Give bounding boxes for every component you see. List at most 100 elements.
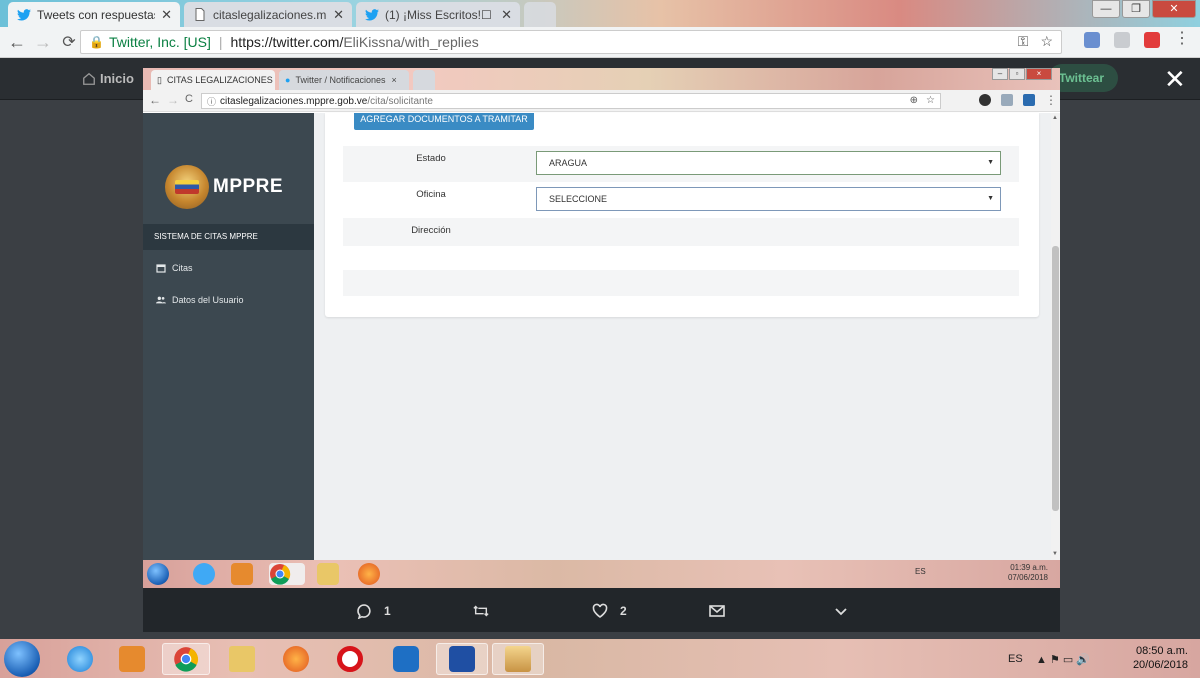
media-close-icon[interactable]: ✕ <box>1164 66 1186 92</box>
message-action[interactable] <box>709 603 725 619</box>
back-arrow-icon[interactable]: ← <box>4 32 30 53</box>
taskbar-explorer[interactable] <box>218 643 266 675</box>
empty-row <box>343 270 1019 296</box>
menu-icon[interactable]: ⋮ <box>1174 31 1190 48</box>
add-documents-button[interactable]: AGREGAR DOCUMENTOS A TRAMITAR <box>354 113 534 130</box>
start-button[interactable] <box>4 641 40 677</box>
oficina-select[interactable]: SELECCIONE ▼ <box>536 187 1001 211</box>
taskbar-maxthon[interactable] <box>382 643 430 675</box>
estado-select[interactable]: ARAGUA ▼ <box>536 151 1001 175</box>
tweet-action-bar: 1 2 <box>143 588 1060 632</box>
language-indicator[interactable]: ES <box>1008 653 1023 665</box>
oficina-value: SELECCIONE <box>549 194 608 204</box>
tab-label: CITAS LEGALIZACIONES | <box>166 75 275 85</box>
clock-time: 08:50 a.m. <box>1136 645 1188 657</box>
url-path: /cita/solicitante <box>367 95 433 107</box>
taskbar-ie[interactable] <box>56 643 104 675</box>
close-icon[interactable]: ✕ <box>501 7 512 23</box>
sidebar-item-citas[interactable]: Citas <box>156 263 193 273</box>
embedded-screenshot: ▯ CITAS LEGALIZACIONES | × ● Twitter / N… <box>143 68 1060 588</box>
info-icon: ⓘ <box>207 96 217 107</box>
close-icon: × <box>1026 68 1052 80</box>
sidebar-item-datos-usuario[interactable]: Datos del Usuario <box>156 295 244 305</box>
scroll-thumb[interactable] <box>1052 246 1059 511</box>
maximize-button[interactable]: ❐ <box>1122 0 1150 18</box>
maximize-icon: ▫ <box>1009 68 1025 80</box>
close-icon: × <box>391 75 397 85</box>
inner-clock: 01:39 a.m. 07/06/2018 <box>1008 563 1048 583</box>
tab-citas-legalizaciones[interactable]: citaslegalizaciones.mppre ✕ <box>184 2 352 27</box>
twitter-icon <box>16 7 31 22</box>
inner-taskbar: ES 01:39 a.m. 07/06/2018 <box>143 560 1060 588</box>
window-controls: — ❐ ✕ <box>1092 0 1196 18</box>
inner-window-controls: – ▫ × <box>992 68 1052 80</box>
new-tab-button[interactable] <box>524 2 556 27</box>
sidebar-item-label: Datos del Usuario <box>172 295 244 305</box>
url-path: EliKissna/with_replies <box>343 34 479 50</box>
window-close-button[interactable]: ✕ <box>1152 0 1196 18</box>
tab-label: Twitter / Notificaciones <box>295 75 386 85</box>
translate-extension-icon[interactable] <box>1084 32 1100 48</box>
close-icon[interactable]: ✕ <box>333 7 344 23</box>
cloud-extension-icon[interactable] <box>1114 32 1130 48</box>
taskbar-chrome[interactable] <box>162 643 210 675</box>
page-scrollbar[interactable]: ▲ ▼ <box>1051 113 1060 560</box>
bookmark-star-icon[interactable]: ☆ <box>1040 33 1053 50</box>
oficina-row: Oficina SELECCIONE ▼ <box>343 182 1019 218</box>
tab-label: citaslegalizaciones.mppre <box>213 7 327 22</box>
taskbar-clock[interactable]: 08:50 a.m. 20/06/2018 <box>1133 644 1188 672</box>
outer-tab-bar: Tweets con respuestas p ✕ citaslegalizac… <box>0 0 1200 27</box>
key-icon[interactable]: ⚿ <box>1018 33 1029 50</box>
taskbar-opera[interactable] <box>326 643 374 675</box>
heart-icon <box>592 603 608 618</box>
zoom-icon: ⊕ <box>909 95 919 106</box>
tab-tweets-replies[interactable]: Tweets con respuestas p ✕ <box>8 2 180 27</box>
folder-icon <box>317 563 339 585</box>
inner-tab-twitter: ● Twitter / Notificaciones × <box>279 70 409 90</box>
reply-action[interactable]: 1 <box>356 603 391 619</box>
media-player-icon <box>231 563 253 585</box>
pocket-extension-icon[interactable] <box>1144 32 1160 48</box>
users-icon <box>156 296 166 304</box>
more-action[interactable] <box>833 603 849 619</box>
inner-tab-citas: ▯ CITAS LEGALIZACIONES | × <box>151 70 275 90</box>
system-tray-icons[interactable]: ▲ ⚑ ▭ 🔊 <box>1036 653 1090 666</box>
like-action[interactable]: 2 <box>592 603 627 619</box>
home-icon <box>83 72 95 85</box>
chrome-icon <box>174 647 199 672</box>
reload-icon[interactable]: ⟳ <box>56 32 82 52</box>
scroll-down-icon: ▼ <box>1052 551 1058 557</box>
like-count: 2 <box>620 604 627 618</box>
firefox-icon <box>358 563 380 585</box>
envelope-icon <box>709 605 725 617</box>
direccion-row: Dirección <box>343 218 1019 246</box>
taskbar-photo-viewer[interactable] <box>492 643 544 675</box>
estado-label: Estado <box>416 153 446 164</box>
sidebar-item-label: Citas <box>172 263 193 273</box>
extension-icon <box>1023 94 1035 106</box>
extension-icons: ⋮ <box>1084 31 1190 48</box>
tab-miss-escritos[interactable]: (1) ¡Miss Escritos!☐ (@EliI ✕ <box>356 2 520 27</box>
taskbar-firefox[interactable] <box>272 643 320 675</box>
minimize-button[interactable]: — <box>1092 0 1120 18</box>
chrome-taskbar-icon <box>269 563 305 585</box>
outer-address-bar: ← → ⟳ 🔒 Twitter, Inc. [US] | https://twi… <box>0 27 1200 58</box>
page-icon <box>192 7 207 22</box>
media-player-icon <box>119 646 145 672</box>
coat-of-arms-icon <box>165 165 209 209</box>
home-nav[interactable]: Inicio <box>82 71 134 86</box>
retweet-action[interactable] <box>473 603 489 619</box>
extension-icon <box>979 94 991 106</box>
back-arrow-icon: ← <box>149 93 161 107</box>
firefox-icon <box>283 646 309 672</box>
clock-date: 07/06/2018 <box>1007 573 1048 582</box>
url-separator: | <box>218 34 223 50</box>
url-bar[interactable]: 🔒 Twitter, Inc. [US] | https://twitter.c… <box>80 30 1062 54</box>
taskbar-mcafee[interactable] <box>436 643 488 675</box>
menu-icon: ⋮ <box>1045 93 1057 107</box>
app-sidebar: MPPRE SISTEMA DE CITAS MPPRE Citas Datos… <box>143 113 314 560</box>
oficina-label: Oficina <box>416 189 446 200</box>
close-icon[interactable]: ✕ <box>161 7 172 23</box>
taskbar-media-player[interactable] <box>108 643 156 675</box>
forward-arrow-icon[interactable]: → <box>30 32 56 53</box>
